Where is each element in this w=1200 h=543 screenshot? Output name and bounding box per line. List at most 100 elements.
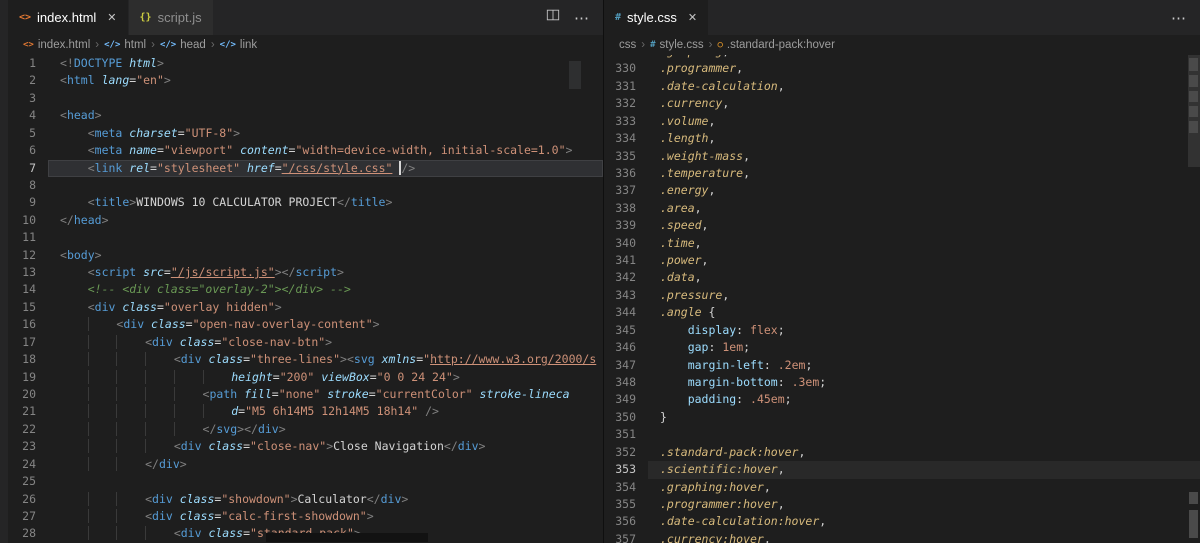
line-number[interactable]: 12 (8, 247, 48, 264)
horizontal-scrollbar-thumb[interactable] (266, 533, 428, 542)
overview-ruler-marker (1189, 106, 1198, 117)
line-number[interactable]: 354 (604, 479, 648, 496)
breadcrumb-item-style.css[interactable]: # style.css (650, 39, 704, 51)
token-o: ; (777, 322, 785, 337)
line-number[interactable]: 7 (8, 160, 48, 177)
line-number[interactable]: 16 (8, 316, 48, 333)
breadcrumb-item-html[interactable]: </> html (104, 39, 146, 51)
more-actions-icon[interactable]: ⋯ (574, 9, 590, 27)
line-number[interactable]: 346 (604, 339, 648, 356)
line-number[interactable]: 343 (604, 287, 648, 304)
line-number[interactable]: 20 (8, 386, 48, 403)
line-number[interactable]: 350 (604, 409, 648, 426)
line-number[interactable]: 347 (604, 357, 648, 374)
token-o: , (722, 55, 729, 58)
line-number[interactable]: 342 (604, 269, 648, 286)
line-number[interactable]: 344 (604, 304, 648, 321)
indent-guide (60, 526, 88, 540)
line-number[interactable]: 15 (8, 299, 48, 316)
token-a: class (172, 508, 215, 523)
token-p: </ (337, 195, 351, 210)
tab-index.html[interactable]: <> index.html ✕ (8, 0, 129, 35)
line-number[interactable]: 26 (8, 491, 48, 508)
token-t: div (123, 317, 145, 332)
line-number[interactable]: 24 (8, 456, 48, 473)
line-number[interactable]: 331 (604, 78, 648, 95)
breadcrumb-item-.standard-pack:hover[interactable]: ○ .standard-pack:hover (717, 39, 834, 51)
tab-label: script.js (157, 10, 202, 25)
breadcrumb-item-css[interactable]: css (619, 39, 636, 51)
code-text: <body> (48, 247, 603, 264)
breadcrumb-item-index.html[interactable]: <> index.html (23, 39, 90, 51)
close-icon[interactable]: ✕ (688, 11, 697, 24)
line-number[interactable]: 340 (604, 235, 648, 252)
token-o: , (763, 479, 771, 494)
vertical-scrollbar-thumb[interactable] (569, 61, 581, 89)
line-number[interactable]: 351 (604, 426, 648, 443)
line-number[interactable]: 14 (8, 281, 48, 298)
line-number[interactable]: 336 (604, 165, 648, 182)
token-c: <!-- <div class="overlay-2"></div> --> (87, 282, 351, 297)
line-number[interactable]: 339 (604, 217, 648, 234)
token-a: charset (122, 125, 178, 140)
code-editor-right[interactable]: 329.graphing,330.programmer,331.date-cal… (604, 55, 1200, 543)
line-number[interactable]: 8 (8, 177, 48, 194)
line-number[interactable]: 27 (8, 508, 48, 525)
line-number[interactable]: 334 (604, 130, 648, 147)
close-icon[interactable]: ✕ (107, 11, 116, 24)
line-number[interactable]: 21 (8, 403, 48, 420)
line-number[interactable]: 9 (8, 194, 48, 211)
line-number[interactable]: 13 (8, 264, 48, 281)
line-number[interactable]: 337 (604, 182, 648, 199)
line-number[interactable]: 348 (604, 374, 648, 391)
indent-guide (87, 369, 117, 384)
line-number[interactable]: 17 (8, 334, 48, 351)
breadcrumb-item-link[interactable]: </> link (220, 39, 258, 51)
line-number[interactable]: 6 (8, 142, 48, 159)
split-editor-icon[interactable] (546, 8, 560, 27)
line-number[interactable]: 1 (8, 55, 48, 72)
line-number[interactable]: 349 (604, 391, 648, 408)
line-number[interactable]: 28 (8, 525, 48, 542)
line-number[interactable]: 11 (8, 229, 48, 246)
line-number[interactable]: 335 (604, 148, 648, 165)
tab-style.css[interactable]: # style.css ✕ (604, 0, 710, 35)
code-text: .currency, (648, 95, 1200, 112)
code-line-343: 343 .pressure, (604, 287, 1200, 304)
token-sel: .graphing (660, 55, 722, 58)
breadcrumb-item-head[interactable]: </> head (160, 39, 206, 51)
line-number[interactable]: 19 (8, 369, 48, 386)
line-number[interactable]: 356 (604, 513, 648, 530)
line-number[interactable]: 338 (604, 200, 648, 217)
indent-guide (87, 421, 117, 436)
line-number[interactable]: 352 (604, 444, 648, 461)
line-number[interactable]: 4 (8, 107, 48, 124)
code-editor-left[interactable]: 1 <!DOCTYPE html> 2 <html lang="en"> 3 4 <head… (8, 55, 603, 543)
line-number[interactable]: 333 (604, 113, 648, 130)
sidebar-edge (0, 0, 8, 543)
line-number[interactable]: 3 (8, 90, 48, 107)
token-sel: .volume (660, 113, 709, 128)
line-number[interactable]: 330 (604, 60, 648, 77)
line-number[interactable]: 332 (604, 95, 648, 112)
line-number[interactable]: 353 (604, 461, 648, 478)
token-sel: .speed (660, 218, 702, 233)
line-number[interactable]: 25 (8, 473, 48, 490)
line-number[interactable]: 341 (604, 252, 648, 269)
breadcrumb-separator-icon: › (641, 39, 646, 51)
token-t: div (180, 352, 202, 367)
line-number[interactable]: 355 (604, 496, 648, 513)
code-line-357: 357 .currency:hover, (604, 531, 1200, 543)
line-number[interactable]: 22 (8, 421, 48, 438)
line-number[interactable]: 357 (604, 531, 648, 543)
token-o: , (694, 270, 702, 285)
line-number[interactable]: 2 (8, 72, 48, 89)
token-s: "currentColor" (375, 387, 473, 402)
line-number[interactable]: 10 (8, 212, 48, 229)
line-number[interactable]: 23 (8, 438, 48, 455)
more-actions-icon[interactable]: ⋯ (1171, 9, 1187, 27)
line-number[interactable]: 345 (604, 322, 648, 339)
line-number[interactable]: 18 (8, 351, 48, 368)
tab-script.js[interactable]: {} script.js (128, 0, 214, 35)
line-number[interactable]: 5 (8, 125, 48, 142)
